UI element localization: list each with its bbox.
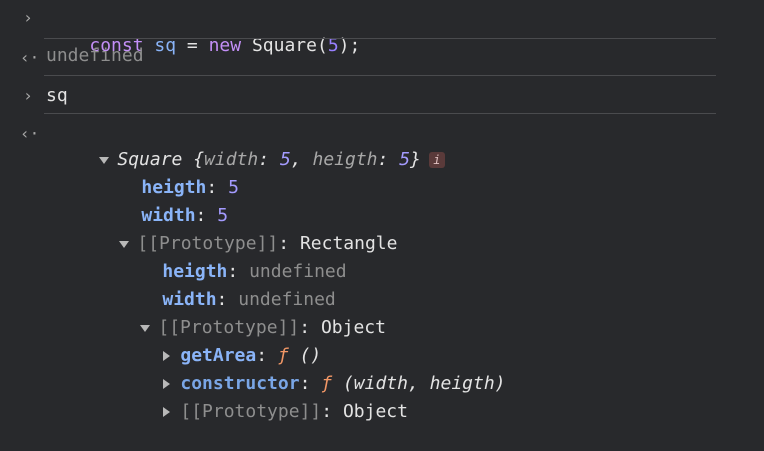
separator bbox=[44, 38, 716, 39]
prototype-label: [[Prototype]] bbox=[180, 401, 322, 422]
input-prompt-icon: › bbox=[23, 8, 33, 27]
separator bbox=[44, 75, 716, 76]
console-result-undefined: undefined bbox=[46, 45, 144, 66]
collapsed-triangle-icon[interactable] bbox=[163, 407, 171, 417]
preview-brace-close: } bbox=[410, 149, 421, 170]
preview-value: 5 bbox=[399, 149, 411, 170]
prototype-value: Object bbox=[320, 317, 386, 338]
devtools-console: › const sq = new Square(5); ‹· undefined… bbox=[0, 0, 764, 422]
console-input-sq[interactable]: sq bbox=[46, 83, 68, 109]
input-prompt-icon: › bbox=[23, 86, 33, 105]
preview-key: heigth bbox=[312, 149, 378, 170]
preview-value: 5 bbox=[279, 149, 291, 170]
separator bbox=[44, 113, 716, 114]
result-prompt-icon: ‹· bbox=[20, 124, 40, 143]
prop-value: 5 bbox=[228, 177, 239, 198]
result-prompt-icon: ‹· bbox=[20, 48, 40, 67]
prototype-value: Object bbox=[342, 401, 408, 422]
prototype-row[interactable]: [[Prototype]]: Object bbox=[120, 373, 408, 451]
info-icon[interactable]: i bbox=[428, 152, 445, 168]
